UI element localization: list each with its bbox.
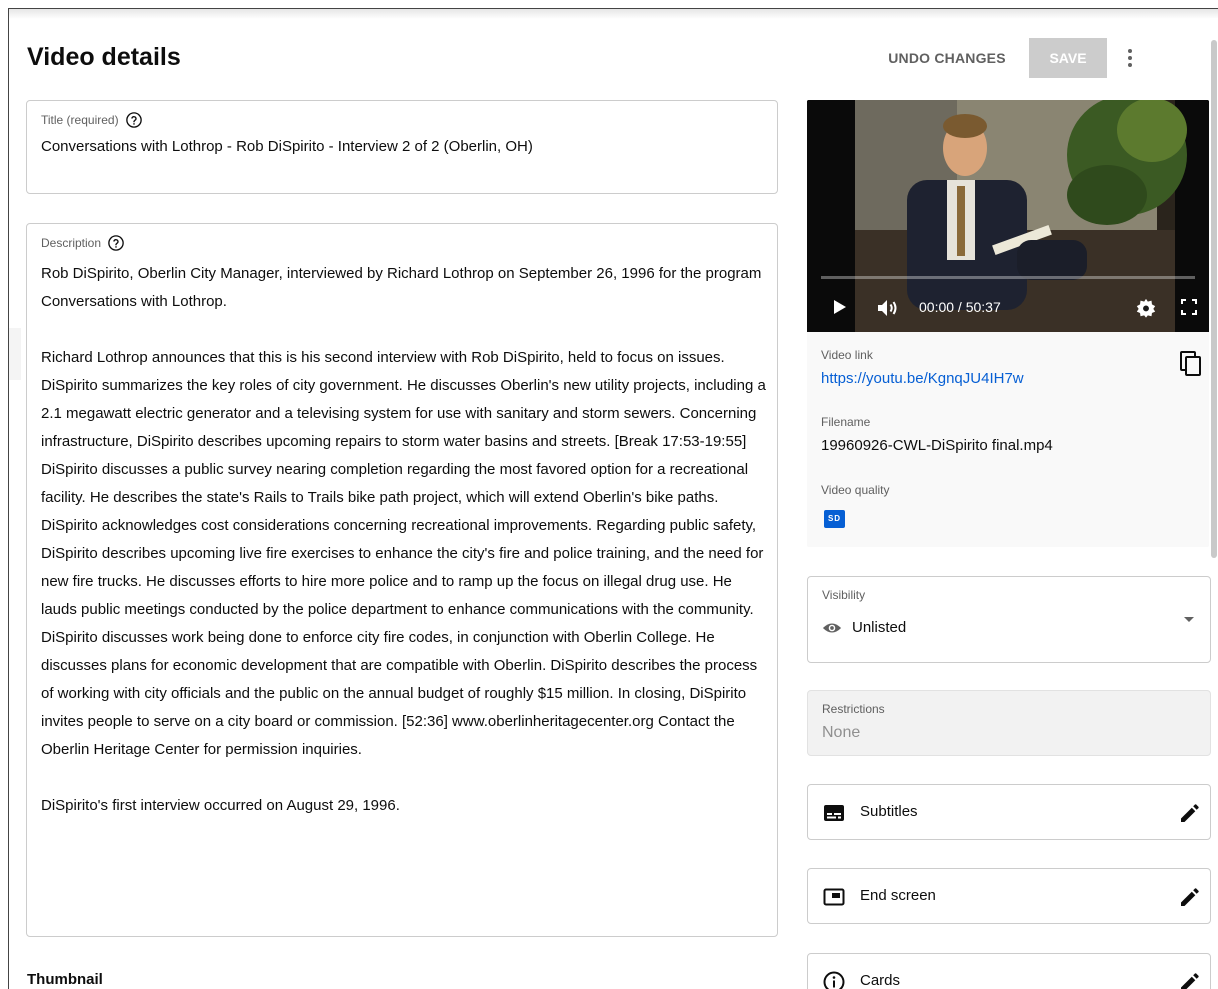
subtitles-icon (824, 805, 844, 821)
volume-icon[interactable] (875, 297, 901, 319)
side-panel-handle (9, 328, 21, 380)
cards-label: Cards (860, 972, 901, 989)
copy-icon[interactable] (1179, 350, 1203, 378)
save-button[interactable]: SAVE (1029, 38, 1107, 78)
title-label-row: Title (required) (41, 111, 143, 129)
description-paragraph: Richard Lothrop announces that this is h… (41, 349, 766, 758)
subtitles-row[interactable]: Subtitles (807, 784, 1211, 840)
description-label-row: Description (41, 234, 125, 252)
visibility-value-row: Unlisted (822, 619, 906, 636)
eye-icon (822, 622, 842, 633)
undo-changes-button[interactable]: UNDO CHANGES (872, 38, 1022, 78)
filename-value: 19960926-CWL-DiSpirito final.mp4 (821, 437, 1053, 454)
subtitles-label: Subtitles (860, 803, 918, 820)
end-screen-label: End screen (860, 887, 936, 904)
window-left-border (8, 8, 9, 989)
cards-row[interactable]: Cards (807, 953, 1211, 989)
settings-gear-icon[interactable] (1135, 297, 1157, 319)
edit-pencil-icon[interactable] (1178, 970, 1202, 989)
filename-label: Filename (821, 415, 871, 429)
info-icon (823, 971, 845, 989)
more-vert-icon[interactable] (1118, 44, 1142, 72)
visibility-dropdown[interactable]: Visibility Unlisted (807, 576, 1211, 663)
description-label: Description (41, 236, 102, 250)
visibility-label: Visibility (822, 588, 866, 602)
help-circle-icon[interactable] (107, 234, 125, 252)
restrictions-field: Restrictions None (807, 690, 1211, 756)
title-input[interactable]: Conversations with Lothrop - Rob DiSpiri… (41, 138, 533, 155)
help-circle-icon[interactable] (125, 111, 143, 129)
video-quality-label: Video quality (821, 483, 890, 497)
end-screen-icon (823, 888, 845, 906)
description-textarea[interactable]: Rob DiSpirito, Oberlin City Manager, int… (41, 260, 769, 820)
play-icon[interactable] (831, 297, 849, 317)
description-paragraph: Rob DiSpirito, Oberlin City Manager, int… (41, 265, 762, 310)
scrollbar-thumb[interactable] (1211, 40, 1217, 558)
visibility-value: Unlisted (852, 619, 907, 636)
video-progress-bar[interactable] (821, 276, 1195, 279)
description-paragraph: DiSpirito's first interview occurred on … (41, 797, 400, 814)
title-label: Title (required) (41, 113, 119, 127)
sd-quality-badge: SD (824, 510, 845, 528)
dropdown-arrow-icon (1184, 617, 1194, 622)
edit-pencil-icon[interactable] (1178, 885, 1202, 909)
fullscreen-icon[interactable] (1179, 297, 1199, 317)
video-time: 00:00 / 50:37 (919, 299, 1001, 315)
video-link[interactable]: https://youtu.be/KgnqJU4IH7w (821, 370, 1024, 387)
video-link-label: Video link (821, 348, 873, 362)
scrollbar[interactable] (1210, 18, 1218, 989)
title-field[interactable]: Title (required) Conversations with Loth… (26, 100, 778, 194)
video-card: 00:00 / 50:37 Video link https://youtu.b… (807, 100, 1209, 547)
edit-pencil-icon[interactable] (1178, 801, 1202, 825)
end-screen-row[interactable]: End screen (807, 868, 1211, 924)
description-field[interactable]: Description Rob DiSpirito, Oberlin City … (26, 223, 778, 937)
thumbnail-heading: Thumbnail (27, 971, 103, 988)
restrictions-value: None (822, 724, 861, 741)
restrictions-label: Restrictions (822, 702, 885, 716)
page-title: Video details (27, 43, 181, 71)
header-shadow (9, 9, 1218, 19)
video-player[interactable]: 00:00 / 50:37 (807, 100, 1209, 332)
